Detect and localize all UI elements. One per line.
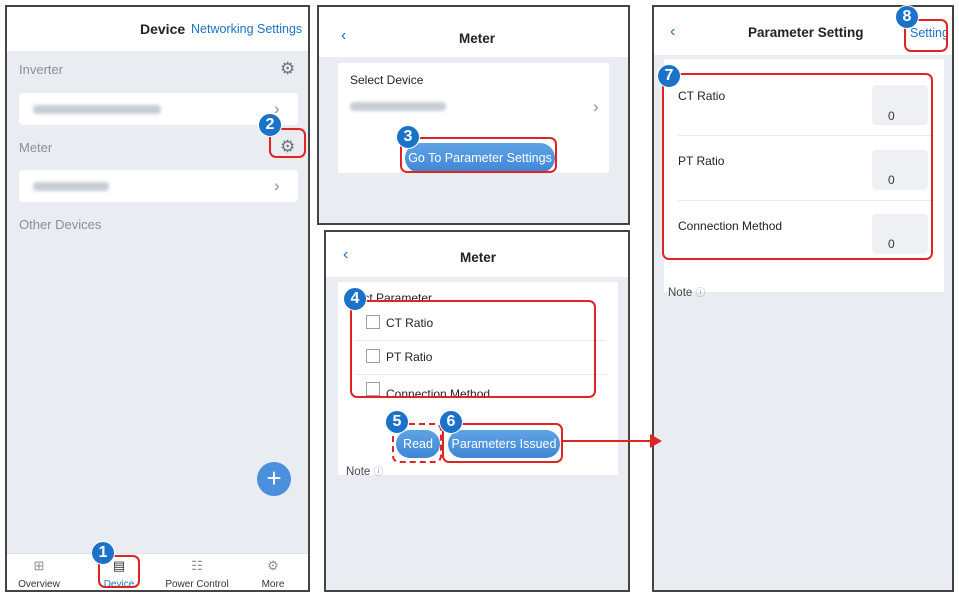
device-screen: Device Networking Settings Inverter ⚙ › …: [5, 5, 310, 592]
note-label: Note ⓘ: [668, 284, 706, 299]
gear-icon: ⚙: [267, 558, 279, 573]
step-marker-8: 8: [895, 5, 919, 29]
selected-device-row[interactable]: ›: [338, 93, 609, 119]
chevron-right-icon: ›: [593, 97, 599, 116]
step-marker-4: 4: [343, 287, 367, 311]
device-name-blurred: [350, 102, 446, 111]
step-marker-3: 3: [396, 125, 420, 149]
meter-select-screen: ‹ Meter Select Device › Go To Parameter …: [317, 5, 630, 225]
nav-power-control-label: Power Control: [165, 579, 229, 590]
grid-icon: ⊞: [33, 558, 45, 573]
inverter-device-item[interactable]: ›: [19, 93, 298, 125]
note-text: Note: [668, 287, 693, 299]
step-marker-1: 1: [91, 541, 115, 565]
back-arrow-icon[interactable]: ‹: [341, 27, 346, 45]
help-icon[interactable]: ⓘ: [374, 467, 384, 478]
highlight-parameter-options: [350, 300, 596, 398]
flow-arrow-head: [650, 434, 662, 448]
nav-overview[interactable]: ⊞ Overview: [17, 558, 61, 590]
nav-more-label: More: [261, 579, 285, 590]
back-arrow-icon[interactable]: ‹: [670, 23, 675, 41]
nav-power-control[interactable]: ☷ Power Control: [162, 558, 232, 590]
meter-parameter-screen: ‹ Meter lect Parameter CT Ratio PT Ratio…: [324, 230, 630, 592]
page-title: Device: [140, 21, 186, 37]
meter-title: Meter: [460, 250, 497, 265]
other-devices-label: Other Devices: [19, 217, 102, 232]
flow-arrow: [563, 440, 651, 442]
meter-section-label: Meter: [19, 140, 53, 155]
step-marker-2: 2: [258, 113, 282, 137]
nav-more[interactable]: ⚙ More: [253, 558, 293, 590]
step-marker-5: 5: [385, 410, 409, 434]
bottom-nav: ⊞ Overview ▤ Device ☷ Power Control ⚙ Mo…: [7, 553, 308, 590]
highlight-parameter-values: [662, 73, 933, 260]
select-device-label: Select Device: [350, 73, 424, 87]
meter-title: Meter: [459, 31, 496, 46]
inverter-section-label: Inverter: [19, 62, 64, 77]
nav-overview-label: Overview: [18, 579, 60, 590]
inverter-settings-gear-icon[interactable]: ⚙: [280, 59, 295, 79]
step-marker-7: 7: [657, 64, 681, 88]
highlight-go-button: [400, 137, 557, 173]
note-text: Note: [346, 466, 371, 478]
back-arrow-icon[interactable]: ‹: [343, 246, 348, 264]
meter-device-item[interactable]: ›: [19, 170, 298, 202]
note-label: Note ⓘ: [346, 463, 384, 478]
power-control-icon: ☷: [191, 558, 203, 573]
add-device-button[interactable]: +: [257, 462, 291, 496]
parameter-setting-title: Parameter Setting: [748, 25, 864, 40]
help-icon[interactable]: ⓘ: [696, 288, 706, 299]
step-marker-6: 6: [439, 410, 463, 434]
meter-name-blurred: [33, 182, 109, 191]
inverter-serial-blurred: [33, 105, 161, 114]
networking-settings-link[interactable]: Networking Settings: [191, 22, 302, 36]
chevron-right-icon: ›: [274, 176, 280, 195]
